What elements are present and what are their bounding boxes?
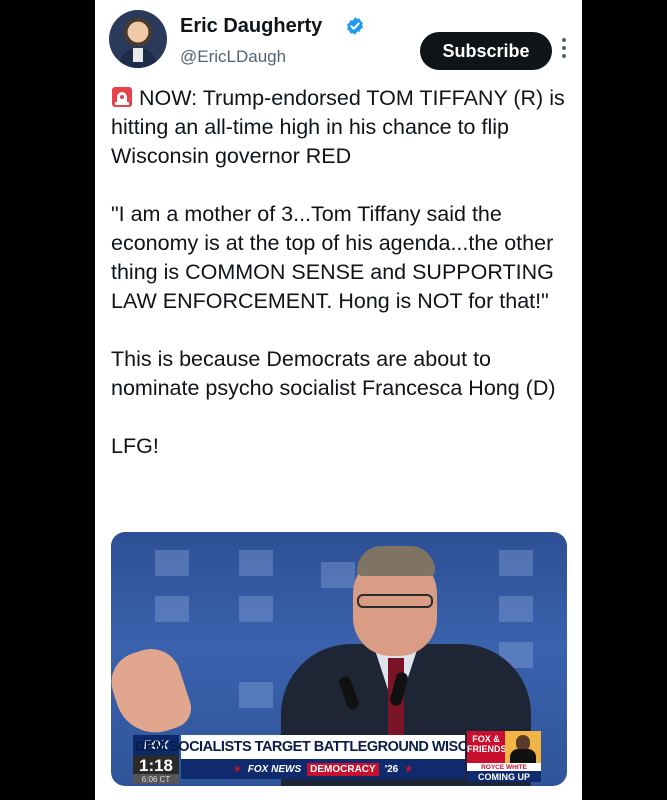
guest-body xyxy=(510,749,536,763)
tweet-paragraph-2: "I am a mother of 3...Tom Tiffany said t… xyxy=(111,202,560,313)
more-options-icon[interactable] xyxy=(561,38,567,64)
subscribe-button[interactable]: Subscribe xyxy=(420,32,552,70)
background-panel xyxy=(499,550,533,576)
tweet-paragraph-1: NOW: Trump-endorsed TOM TIFFANY (R) is h… xyxy=(111,84,569,171)
guest-thumbnail xyxy=(505,731,541,763)
author-handle[interactable]: @EricLDaugh xyxy=(180,47,286,67)
tweet-text: NOW: Trump-endorsed TOM TIFFANY (R) is h… xyxy=(111,84,569,490)
coming-up-label: COMING UP xyxy=(467,771,541,782)
tweet-card: Eric Daugherty @EricLDaugh Subscribe NOW… xyxy=(95,0,582,800)
subbar-year: '26 xyxy=(384,763,399,775)
subbar-brand: FOX NEWS xyxy=(247,763,302,775)
background-panel xyxy=(499,596,533,622)
background-panel xyxy=(239,682,273,708)
news-chyron: FOX 1:18 6:06 CT DEM SOCIALISTS TARGET B… xyxy=(111,728,567,786)
star-icon: ★ xyxy=(404,763,414,775)
video-thumbnail[interactable]: FOX 1:18 6:06 CT DEM SOCIALISTS TARGET B… xyxy=(111,532,567,786)
background-panel xyxy=(239,550,273,576)
tweet-paragraph-4: LFG! xyxy=(111,434,159,458)
tweet-header: Eric Daugherty @EricLDaugh Subscribe xyxy=(109,10,569,70)
verified-badge-icon xyxy=(347,17,363,35)
chyron-subbar: ★ FOX NEWS DEMOCRACY '26 ★ xyxy=(181,759,465,779)
avatar-collar xyxy=(133,48,143,62)
chyron-headline: DEM SOCIALISTS TARGET BATTLEGROUND WISCO… xyxy=(135,735,512,759)
local-time: 6:06 CT xyxy=(133,774,179,784)
speaker-glasses xyxy=(357,594,433,608)
tweet-paragraph-1-text: NOW: Trump-endorsed TOM TIFFANY (R) is h… xyxy=(111,86,571,168)
background-panel xyxy=(321,562,355,588)
avatar[interactable] xyxy=(109,10,167,68)
tweet-paragraph-3: This is because Democrats are about to n… xyxy=(111,347,556,400)
background-panel xyxy=(155,550,189,576)
author-name[interactable]: Eric Daugherty xyxy=(180,15,322,38)
speaker-hair xyxy=(357,546,435,576)
background-panel xyxy=(155,596,189,622)
show-logo: FOX & FRIENDS xyxy=(467,731,507,763)
siren-emoji-icon xyxy=(112,87,132,107)
star-icon: ★ xyxy=(232,763,242,775)
guest-name: ROYCE WHITE xyxy=(467,763,541,771)
subbar-segment: DEMOCRACY xyxy=(307,762,379,776)
background-panel xyxy=(239,596,273,622)
